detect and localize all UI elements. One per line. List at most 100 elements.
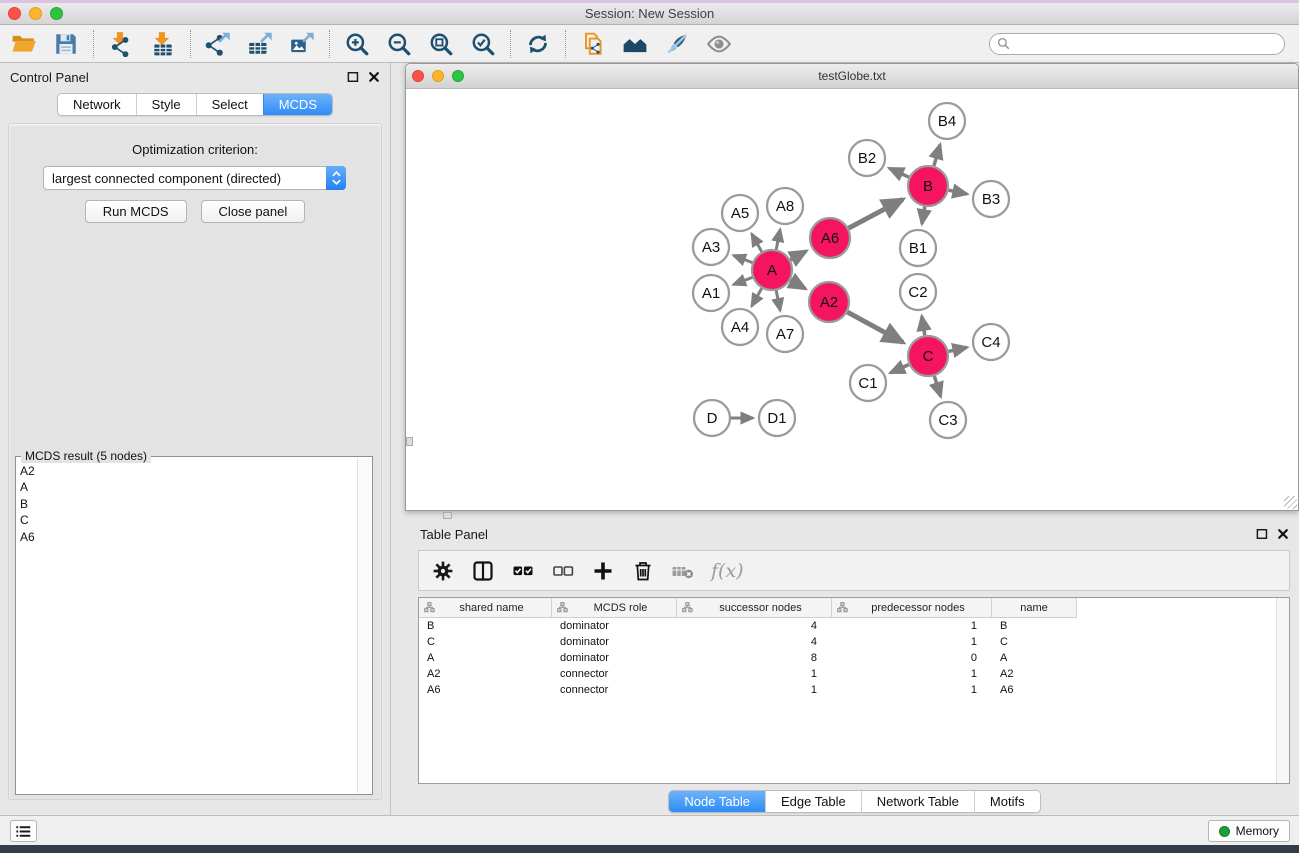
edge-B-B3[interactable] <box>949 190 967 194</box>
edge-C-C1[interactable] <box>890 365 908 373</box>
hide-graphics-details-icon[interactable] <box>663 30 691 58</box>
edge-A-A3[interactable] <box>733 255 752 262</box>
edge-B-B2[interactable] <box>889 168 909 177</box>
column-header-MCDS-role[interactable]: MCDS role <box>552 598 677 618</box>
close-panel-button[interactable]: Close panel <box>201 200 306 223</box>
tab-network[interactable]: Network <box>58 94 136 115</box>
edge-A-A4[interactable] <box>752 288 762 306</box>
mcds-result-item[interactable]: A <box>20 479 356 495</box>
first-neighbors-icon[interactable] <box>621 30 649 58</box>
node-label-C1: C1 <box>858 375 877 392</box>
table-cell: 1 <box>832 620 992 632</box>
node-table-body: Bdominator41BCdominator41CAdominator80A A… <box>419 618 1289 698</box>
edge-A-A1[interactable] <box>733 277 752 284</box>
table-row[interactable]: A6connector11A6 <box>419 682 1289 698</box>
column-header-name[interactable]: name <box>992 598 1077 618</box>
tab-mcds[interactable]: MCDS <box>263 94 332 115</box>
tab-node-table[interactable]: Node Table <box>669 791 765 812</box>
table-cell: connector <box>552 668 677 680</box>
edge-A-A5[interactable] <box>752 234 762 252</box>
edge-C-C2[interactable] <box>922 316 925 335</box>
node-label-A4: A4 <box>731 319 749 336</box>
save-session-icon[interactable] <box>52 30 80 58</box>
control-panel: Control Panel NetworkStyleSelectMCDS Opt… <box>0 63 391 815</box>
table-options-gear-icon[interactable] <box>429 557 456 584</box>
search-input[interactable] <box>1014 35 1284 53</box>
show-column-icon[interactable] <box>469 557 496 584</box>
tab-select[interactable]: Select <box>196 94 263 115</box>
edge-B-B4[interactable] <box>934 145 940 166</box>
float-table-panel-icon[interactable] <box>1256 528 1268 540</box>
apply-layout-icon[interactable] <box>524 30 552 58</box>
bottom-resize-handle[interactable] <box>443 512 452 519</box>
task-history-button[interactable] <box>10 820 37 842</box>
node-label-C3: C3 <box>938 412 957 429</box>
show-graphics-details-icon[interactable] <box>705 30 733 58</box>
float-panel-icon[interactable] <box>347 71 359 83</box>
table-cell: 1 <box>832 668 992 680</box>
table-scrollbar[interactable] <box>1276 598 1289 783</box>
mcds-result-item[interactable]: A6 <box>20 529 356 545</box>
optimization-criterion-label: Optimization criterion: <box>9 142 381 157</box>
import-table-icon[interactable] <box>149 30 177 58</box>
edge-C-C4[interactable] <box>949 347 968 351</box>
table-toolbar: f(x) <box>418 550 1290 591</box>
tab-style[interactable]: Style <box>136 94 196 115</box>
import-network-icon[interactable] <box>107 30 135 58</box>
deselect-all-checkboxes-icon[interactable] <box>549 557 576 584</box>
delete-column-icon[interactable] <box>629 557 656 584</box>
zoom-out-icon[interactable] <box>385 30 413 58</box>
edge-A-A6[interactable] <box>790 251 806 260</box>
zoom-in-icon[interactable] <box>343 30 371 58</box>
zoom-fit-icon[interactable] <box>427 30 455 58</box>
column-header-predecessor-nodes[interactable]: predecessor nodes <box>832 598 992 618</box>
export-table-icon[interactable] <box>246 30 274 58</box>
export-image-icon[interactable] <box>288 30 316 58</box>
criterion-dropdown-value: largest connected component (directed) <box>44 171 326 186</box>
network-canvas[interactable]: B4B2BB3A5A8A6A3AB1A1C2A2A4A7CC4C1C3DD1 <box>407 89 1297 509</box>
mcds-result-item[interactable]: C <box>20 512 356 528</box>
edge-B-B1[interactable] <box>922 207 925 224</box>
run-mcds-button[interactable]: Run MCDS <box>85 200 187 223</box>
table-cell: A2 <box>992 668 1077 680</box>
table-cell: dominator <box>552 620 677 632</box>
tab-edge-table[interactable]: Edge Table <box>765 791 861 812</box>
mcds-result-item[interactable]: A2 <box>20 463 356 479</box>
tab-motifs[interactable]: Motifs <box>974 791 1040 812</box>
mcds-result-item[interactable]: B <box>20 496 356 512</box>
node-label-D1: D1 <box>767 410 786 427</box>
table-cell: 1 <box>677 668 832 680</box>
edge-A-A7[interactable] <box>776 291 780 311</box>
search-field[interactable] <box>989 33 1285 55</box>
edge-A6-B[interactable] <box>849 199 903 228</box>
window-resize-grip[interactable] <box>1284 496 1297 509</box>
table-row[interactable]: A2connector11A2 <box>419 666 1289 682</box>
close-table-panel-icon[interactable] <box>1277 528 1289 540</box>
edge-C-C3[interactable] <box>934 376 940 397</box>
new-network-from-selection-icon[interactable] <box>579 30 607 58</box>
node-table: shared nameMCDS rolesuccessor nodesprede… <box>418 597 1290 784</box>
export-network-icon[interactable] <box>204 30 232 58</box>
criterion-dropdown[interactable]: largest connected component (directed) <box>43 166 346 190</box>
select-all-checkboxes-icon[interactable] <box>509 557 536 584</box>
table-cell: dominator <box>552 652 677 664</box>
left-resize-handle[interactable] <box>406 437 413 446</box>
table-row[interactable]: Bdominator41B <box>419 618 1289 634</box>
column-header-successor-nodes[interactable]: successor nodes <box>677 598 832 618</box>
column-header-shared-name[interactable]: shared name <box>419 598 552 618</box>
table-row[interactable]: Adominator80A <box>419 650 1289 666</box>
mcds-list-scrollbar[interactable] <box>357 458 371 793</box>
memory-button[interactable]: Memory <box>1208 820 1290 842</box>
zoom-selected-icon[interactable] <box>469 30 497 58</box>
table-cell: C <box>419 636 552 648</box>
edge-A-A2[interactable] <box>790 280 805 288</box>
edge-A-A8[interactable] <box>776 229 780 249</box>
add-column-icon[interactable] <box>589 557 616 584</box>
tab-network-table[interactable]: Network Table <box>861 791 974 812</box>
open-session-icon[interactable] <box>10 30 38 58</box>
table-row[interactable]: Cdominator41C <box>419 634 1289 650</box>
table-panel-title: Table Panel <box>420 527 488 542</box>
edge-A2-C[interactable] <box>847 312 903 342</box>
network-window-titlebar[interactable]: testGlobe.txt <box>406 64 1298 89</box>
close-panel-icon[interactable] <box>368 71 380 83</box>
